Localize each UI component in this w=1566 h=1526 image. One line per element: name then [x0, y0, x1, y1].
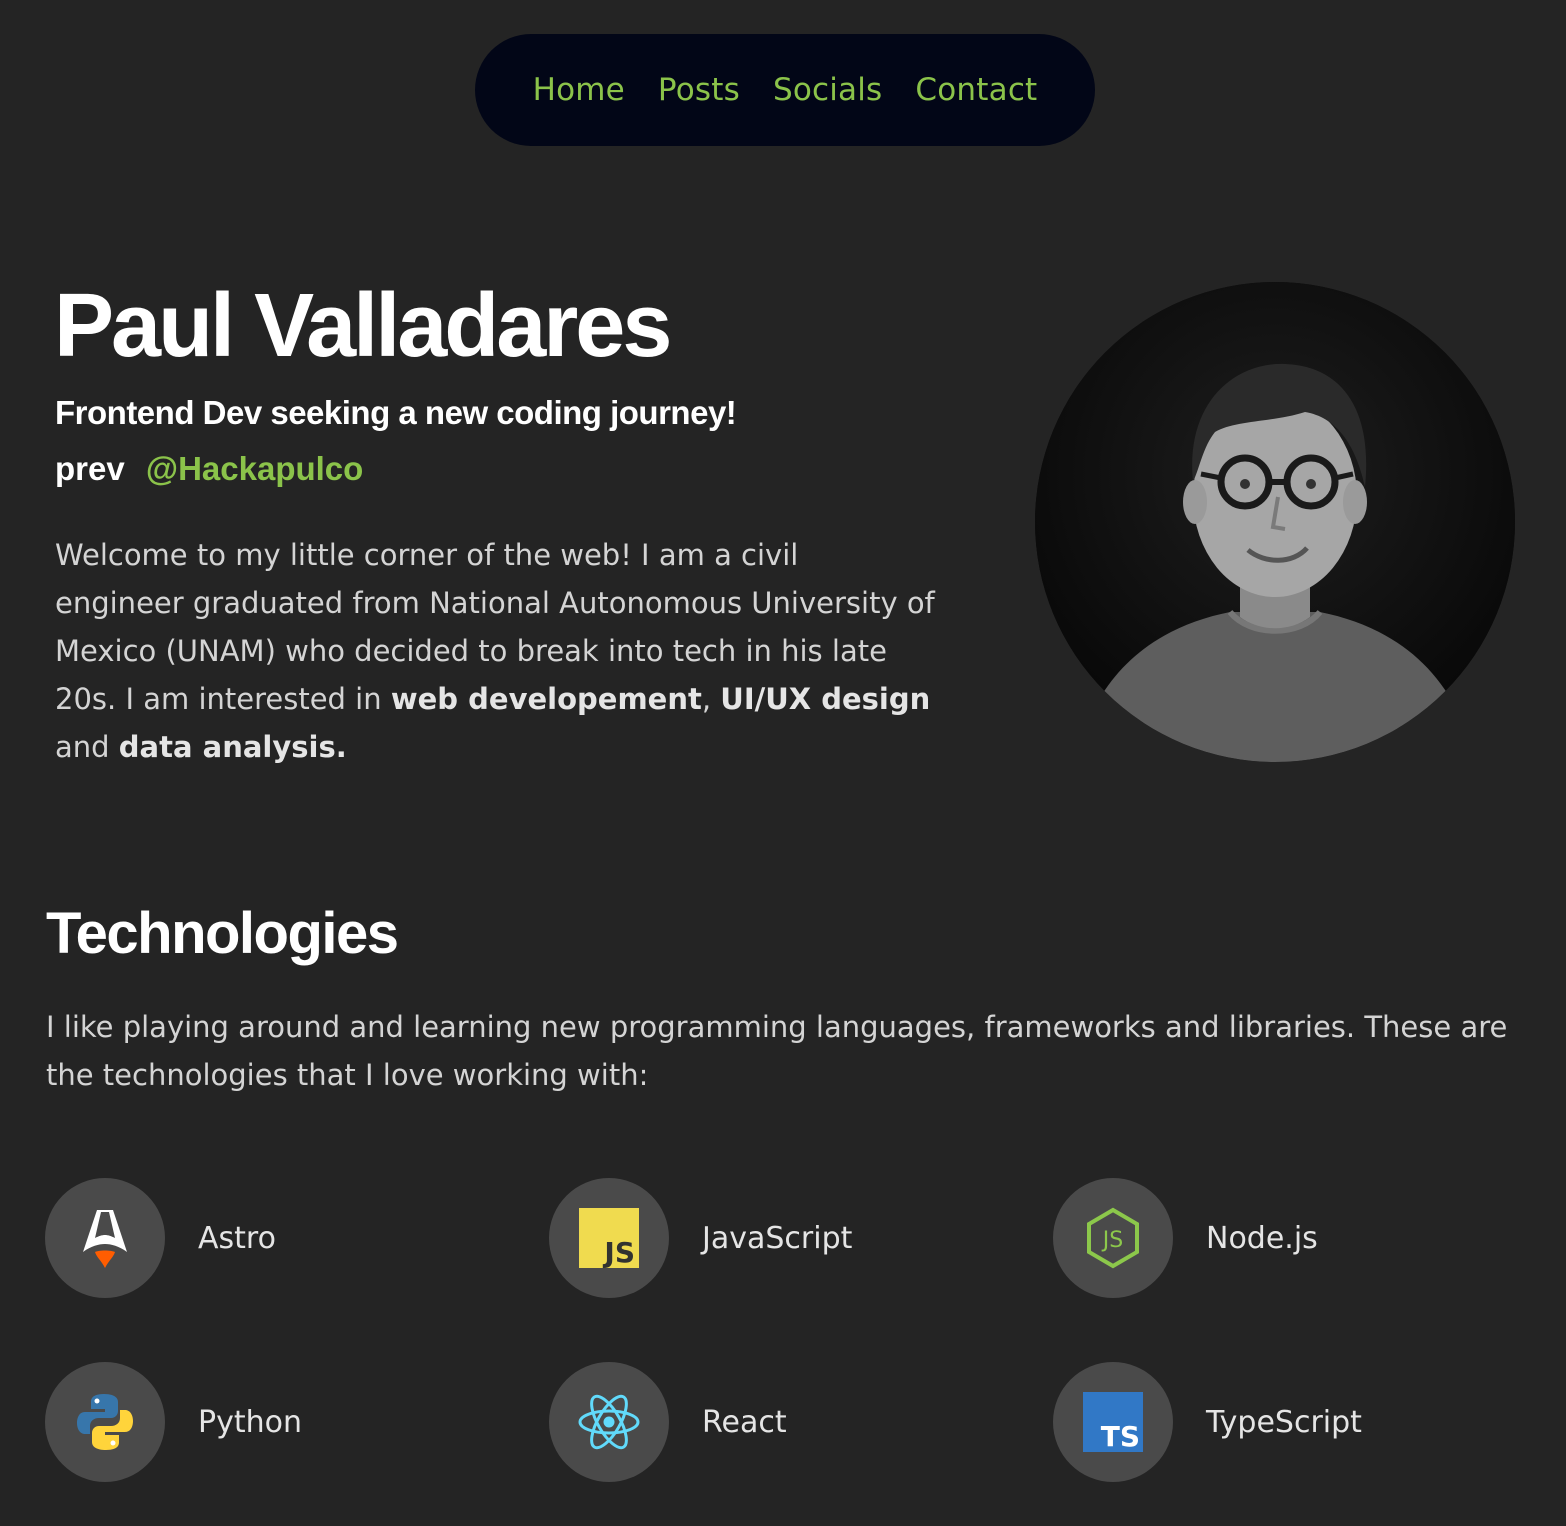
svg-text:TS: TS [1101, 1420, 1140, 1452]
bio-sep-1: , [701, 682, 721, 716]
bio-interest-data: data analysis. [118, 730, 347, 764]
tech-item-typescript: TS TypeScript [1053, 1362, 1362, 1482]
bio-interest-uiux: UI/UX design [720, 682, 931, 716]
tech-label-nodejs: Node.js [1206, 1220, 1318, 1256]
typescript-icon: TS [1083, 1392, 1143, 1452]
page: Home Posts Socials Contact Paul Valladar… [0, 0, 1566, 1526]
tech-label-javascript: JavaScript [702, 1220, 853, 1256]
svg-text:JS: JS [1101, 1228, 1123, 1253]
tech-item-astro: Astro [45, 1178, 276, 1298]
nav-contact-link[interactable]: Contact [915, 72, 1037, 108]
prev-label: prev [55, 450, 125, 487]
tech-item-javascript: JS JavaScript [549, 1178, 852, 1298]
nodejs-icon: JS [1087, 1207, 1139, 1269]
tech-item-react: React [549, 1362, 787, 1482]
astro-icon [83, 1210, 127, 1268]
nav-socials-link[interactable]: Socials [773, 72, 882, 108]
javascript-icon-badge: JS [549, 1178, 669, 1298]
bio-interest-web: web developement [390, 682, 702, 716]
javascript-icon: JS [579, 1208, 639, 1268]
nav-posts-link[interactable]: Posts [658, 72, 740, 108]
hero-prev: prev @Hackapulco [55, 450, 363, 488]
typescript-icon-badge: TS [1053, 1362, 1173, 1482]
tech-label-react: React [702, 1404, 787, 1440]
python-icon-badge [45, 1362, 165, 1482]
astro-icon-badge [45, 1178, 165, 1298]
technologies-heading: Technologies [46, 901, 399, 966]
react-icon-badge [549, 1362, 669, 1482]
tech-item-python: Python [45, 1362, 302, 1482]
hero-name: Paul Valladares [54, 276, 672, 376]
nodejs-icon-badge: JS [1053, 1178, 1173, 1298]
svg-text:JS: JS [602, 1236, 635, 1268]
nav-home-link[interactable]: Home [533, 72, 625, 108]
hero-tagline: Frontend Dev seeking a new coding journe… [55, 394, 737, 431]
python-icon [77, 1394, 133, 1450]
top-nav: Home Posts Socials Contact [475, 34, 1095, 146]
profile-photo [1035, 282, 1515, 762]
bio-sep-2: and [55, 730, 119, 764]
tech-label-astro: Astro [198, 1220, 276, 1256]
tech-item-nodejs: JS Node.js [1053, 1178, 1318, 1298]
tech-label-python: Python [198, 1404, 302, 1440]
prev-company-link[interactable]: @Hackapulco [146, 450, 363, 487]
tech-label-typescript: TypeScript [1206, 1404, 1362, 1440]
react-icon [578, 1394, 640, 1450]
profile-photo-illustration [1035, 282, 1515, 762]
hero-bio: Welcome to my little corner of the web! … [55, 531, 935, 771]
technologies-description: I like playing around and learning new p… [46, 1010, 1508, 1092]
